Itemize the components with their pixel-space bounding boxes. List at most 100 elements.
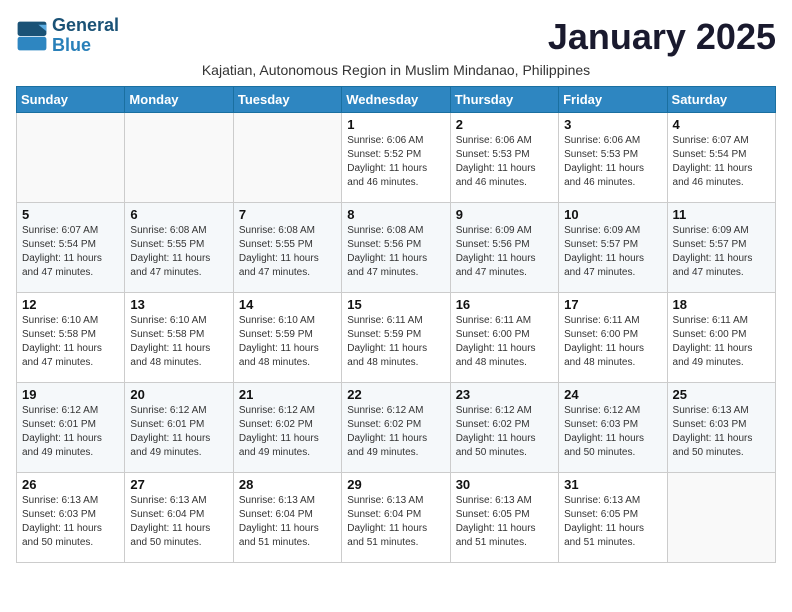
weekday-header-tuesday: Tuesday [233, 87, 341, 113]
day-info: Sunrise: 6:10 AM Sunset: 5:58 PM Dayligh… [22, 314, 119, 370]
day-number: 19 [22, 387, 119, 402]
calendar-subtitle: Kajatian, Autonomous Region in Muslim Mi… [16, 62, 776, 78]
day-number: 23 [456, 387, 553, 402]
weekday-header-monday: Monday [125, 87, 233, 113]
weekday-header-sunday: Sunday [17, 87, 125, 113]
day-info: Sunrise: 6:13 AM Sunset: 6:04 PM Dayligh… [239, 494, 336, 550]
calendar-cell [667, 473, 775, 563]
day-info: Sunrise: 6:11 AM Sunset: 6:00 PM Dayligh… [673, 314, 770, 370]
day-info: Sunrise: 6:13 AM Sunset: 6:05 PM Dayligh… [456, 494, 553, 550]
day-info: Sunrise: 6:09 AM Sunset: 5:57 PM Dayligh… [564, 224, 661, 280]
day-number: 8 [347, 207, 444, 222]
day-info: Sunrise: 6:13 AM Sunset: 6:03 PM Dayligh… [22, 494, 119, 550]
calendar-cell: 12 Sunrise: 6:10 AM Sunset: 5:58 PM Dayli… [17, 293, 125, 383]
day-info: Sunrise: 6:12 AM Sunset: 6:03 PM Dayligh… [564, 404, 661, 460]
day-info: Sunrise: 6:12 AM Sunset: 6:02 PM Dayligh… [239, 404, 336, 460]
week-row-1: 1Sunrise: 6:06 AM Sunset: 5:52 PM Daylig… [17, 113, 776, 203]
day-number: 7 [239, 207, 336, 222]
day-number: 11 [673, 207, 770, 222]
day-number: 31 [564, 477, 661, 492]
week-row-4: 19 Sunrise: 6:12 AM Sunset: 6:01 PM Dayli… [17, 383, 776, 473]
day-number: 30 [456, 477, 553, 492]
day-info: Sunrise: 6:06 AM Sunset: 5:53 PM Dayligh… [456, 134, 553, 190]
day-number: 18 [673, 297, 770, 312]
day-number: 6 [130, 207, 227, 222]
day-info: Sunrise: 6:12 AM Sunset: 6:02 PM Dayligh… [347, 404, 444, 460]
day-number: 2 [456, 117, 553, 132]
calendar-cell: 24Sunrise: 6:12 AM Sunset: 6:03 PM Dayli… [559, 383, 667, 473]
day-info: Sunrise: 6:09 AM Sunset: 5:57 PM Dayligh… [673, 224, 770, 280]
day-number: 15 [347, 297, 444, 312]
calendar-cell: 27 Sunrise: 6:13 AM Sunset: 6:04 PM Dayli… [125, 473, 233, 563]
day-number: 17 [564, 297, 661, 312]
weekday-header-saturday: Saturday [667, 87, 775, 113]
logo-icon [16, 20, 48, 52]
calendar-cell: 7 Sunrise: 6:08 AM Sunset: 5:55 PM Daylig… [233, 203, 341, 293]
calendar-cell: 13 Sunrise: 6:10 AM Sunset: 5:58 PM Dayli… [125, 293, 233, 383]
day-info: Sunrise: 6:13 AM Sunset: 6:03 PM Dayligh… [673, 404, 770, 460]
day-number: 4 [673, 117, 770, 132]
day-info: Sunrise: 6:13 AM Sunset: 6:05 PM Dayligh… [564, 494, 661, 550]
week-row-3: 12 Sunrise: 6:10 AM Sunset: 5:58 PM Dayli… [17, 293, 776, 383]
calendar-cell: 3 Sunrise: 6:06 AM Sunset: 5:53 PM Daylig… [559, 113, 667, 203]
weekday-header-friday: Friday [559, 87, 667, 113]
day-info: Sunrise: 6:07 AM Sunset: 5:54 PM Dayligh… [673, 134, 770, 190]
calendar-cell [17, 113, 125, 203]
day-number: 10 [564, 207, 661, 222]
calendar-cell: 26 Sunrise: 6:13 AM Sunset: 6:03 PM Dayli… [17, 473, 125, 563]
day-info: Sunrise: 6:11 AM Sunset: 6:00 PM Dayligh… [564, 314, 661, 370]
day-info: Sunrise: 6:06 AM Sunset: 5:53 PM Dayligh… [564, 134, 661, 190]
day-number: 29 [347, 477, 444, 492]
calendar-cell: 28 Sunrise: 6:13 AM Sunset: 6:04 PM Dayli… [233, 473, 341, 563]
calendar-cell: 5 Sunrise: 6:07 AM Sunset: 5:54 PM Daylig… [17, 203, 125, 293]
day-info: Sunrise: 6:10 AM Sunset: 5:59 PM Dayligh… [239, 314, 336, 370]
calendar-cell: 29 Sunrise: 6:13 AM Sunset: 6:04 PM Dayli… [342, 473, 450, 563]
day-number: 20 [130, 387, 227, 402]
calendar-cell: 18 Sunrise: 6:11 AM Sunset: 6:00 PM Dayli… [667, 293, 775, 383]
calendar-cell: 20 Sunrise: 6:12 AM Sunset: 6:01 PM Dayli… [125, 383, 233, 473]
calendar-cell: 23Sunrise: 6:12 AM Sunset: 6:02 PM Dayli… [450, 383, 558, 473]
day-info: Sunrise: 6:12 AM Sunset: 6:01 PM Dayligh… [130, 404, 227, 460]
calendar-cell [233, 113, 341, 203]
day-number: 13 [130, 297, 227, 312]
calendar-cell: 2 Sunrise: 6:06 AM Sunset: 5:53 PM Daylig… [450, 113, 558, 203]
calendar-cell: 31 Sunrise: 6:13 AM Sunset: 6:05 PM Dayli… [559, 473, 667, 563]
day-info: Sunrise: 6:08 AM Sunset: 5:55 PM Dayligh… [239, 224, 336, 280]
calendar-cell: 21 Sunrise: 6:12 AM Sunset: 6:02 PM Dayli… [233, 383, 341, 473]
day-info: Sunrise: 6:07 AM Sunset: 5:54 PM Dayligh… [22, 224, 119, 280]
day-number: 26 [22, 477, 119, 492]
day-number: 14 [239, 297, 336, 312]
day-info: Sunrise: 6:06 AM Sunset: 5:52 PM Dayligh… [347, 134, 444, 190]
calendar-cell: 14 Sunrise: 6:10 AM Sunset: 5:59 PM Dayli… [233, 293, 341, 383]
day-number: 3 [564, 117, 661, 132]
day-number: 5 [22, 207, 119, 222]
header: General Blue January 2025 [16, 16, 776, 58]
logo-text: General Blue [52, 16, 119, 56]
calendar-cell: 4 Sunrise: 6:07 AM Sunset: 5:54 PM Daylig… [667, 113, 775, 203]
day-number: 9 [456, 207, 553, 222]
day-info: Sunrise: 6:13 AM Sunset: 6:04 PM Dayligh… [130, 494, 227, 550]
day-info: Sunrise: 6:10 AM Sunset: 5:58 PM Dayligh… [130, 314, 227, 370]
day-info: Sunrise: 6:08 AM Sunset: 5:56 PM Dayligh… [347, 224, 444, 280]
calendar-cell: 17 Sunrise: 6:11 AM Sunset: 6:00 PM Dayli… [559, 293, 667, 383]
day-number: 28 [239, 477, 336, 492]
day-number: 27 [130, 477, 227, 492]
calendar-cell: 19 Sunrise: 6:12 AM Sunset: 6:01 PM Dayli… [17, 383, 125, 473]
calendar-title: January 2025 [548, 16, 776, 58]
day-number: 22 [347, 387, 444, 402]
calendar-cell: 8 Sunrise: 6:08 AM Sunset: 5:56 PM Daylig… [342, 203, 450, 293]
calendar-cell: 6Sunrise: 6:08 AM Sunset: 5:55 PM Daylig… [125, 203, 233, 293]
day-number: 12 [22, 297, 119, 312]
day-info: Sunrise: 6:12 AM Sunset: 6:01 PM Dayligh… [22, 404, 119, 460]
calendar-cell: 30 Sunrise: 6:13 AM Sunset: 6:05 PM Dayli… [450, 473, 558, 563]
calendar-cell: 16Sunrise: 6:11 AM Sunset: 6:00 PM Dayli… [450, 293, 558, 383]
day-number: 16 [456, 297, 553, 312]
day-number: 21 [239, 387, 336, 402]
calendar-cell: 11 Sunrise: 6:09 AM Sunset: 5:57 PM Dayli… [667, 203, 775, 293]
calendar-cell: 22 Sunrise: 6:12 AM Sunset: 6:02 PM Dayli… [342, 383, 450, 473]
day-info: Sunrise: 6:11 AM Sunset: 5:59 PM Dayligh… [347, 314, 444, 370]
calendar-cell [125, 113, 233, 203]
day-number: 25 [673, 387, 770, 402]
day-info: Sunrise: 6:13 AM Sunset: 6:04 PM Dayligh… [347, 494, 444, 550]
logo: General Blue [16, 16, 119, 56]
